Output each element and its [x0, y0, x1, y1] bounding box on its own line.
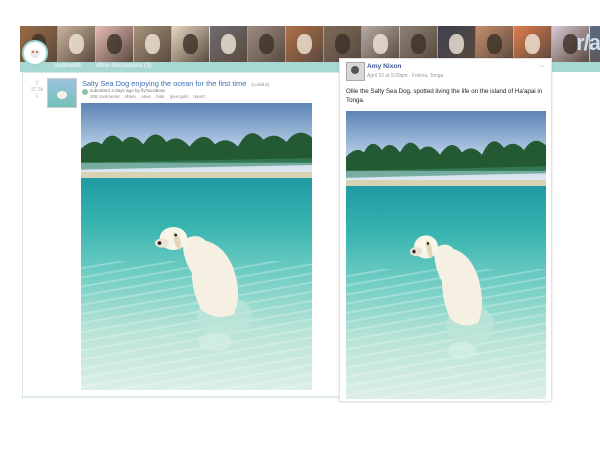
- banner-pet-photo: [476, 26, 514, 62]
- banner-pet-photo: [96, 26, 134, 62]
- comments-link[interactable]: 308 comments: [90, 94, 120, 99]
- banner-pet-photo: [248, 26, 286, 62]
- post-title-line: Salty Sea Dog enjoying the ocean for the…: [82, 79, 269, 88]
- report-link[interactable]: report: [193, 94, 205, 99]
- give-gold-link[interactable]: give gold: [170, 94, 188, 99]
- divider: [22, 396, 340, 397]
- tab-other-discussions[interactable]: other discussions (3): [96, 63, 151, 69]
- upvote-arrow-icon[interactable]: ⇧: [30, 80, 44, 87]
- user-flair-icon: [82, 89, 88, 95]
- banner-pet-photo: [324, 26, 362, 62]
- post-text: Ollie the Salty Sea Dog, spotted living …: [346, 88, 543, 104]
- avatar[interactable]: [346, 62, 365, 81]
- post-thumbnail[interactable]: [47, 78, 77, 108]
- banner-pet-photo: [514, 26, 552, 62]
- chevron-down-icon[interactable]: ⌵: [540, 63, 545, 70]
- post-title[interactable]: Salty Sea Dog enjoying the ocean for the…: [82, 79, 246, 88]
- post-links: 308 comments share save hide give gold r…: [90, 94, 209, 99]
- post-domain[interactable]: (i.redd.it): [251, 82, 269, 87]
- banner-pet-photo: [362, 26, 400, 62]
- banner-pet-photo: [58, 26, 96, 62]
- tab-comments[interactable]: comments: [54, 63, 82, 69]
- downvote-arrow-icon[interactable]: ⇩: [30, 93, 44, 100]
- banner-pet-photo: [210, 26, 248, 62]
- facebook-post-image[interactable]: [346, 111, 546, 399]
- save-link[interactable]: save: [141, 94, 151, 99]
- banner-pet-photo: [172, 26, 210, 62]
- banner-pet-photo: [400, 26, 438, 62]
- reddit-alien-logo[interactable]: [22, 40, 48, 66]
- post-time[interactable]: April 10 at 9:20pm · Foleva, Tonga: [367, 73, 443, 79]
- hide-link[interactable]: hide: [156, 94, 165, 99]
- vote-column: ⇧ 37.3k ⇩: [30, 80, 44, 100]
- post-meta: submitted 3 days ago by flyTacoBoat: [90, 88, 165, 93]
- poster-name[interactable]: Amy Nixon: [367, 63, 401, 70]
- post-image[interactable]: [81, 103, 312, 390]
- banner-pet-photo: [286, 26, 324, 62]
- subreddit-banner: [20, 26, 600, 62]
- banner-pet-photo: [438, 26, 476, 62]
- share-link[interactable]: share: [125, 94, 136, 99]
- banner-pet-photo: [134, 26, 172, 62]
- brand-text: r/a: [576, 30, 600, 55]
